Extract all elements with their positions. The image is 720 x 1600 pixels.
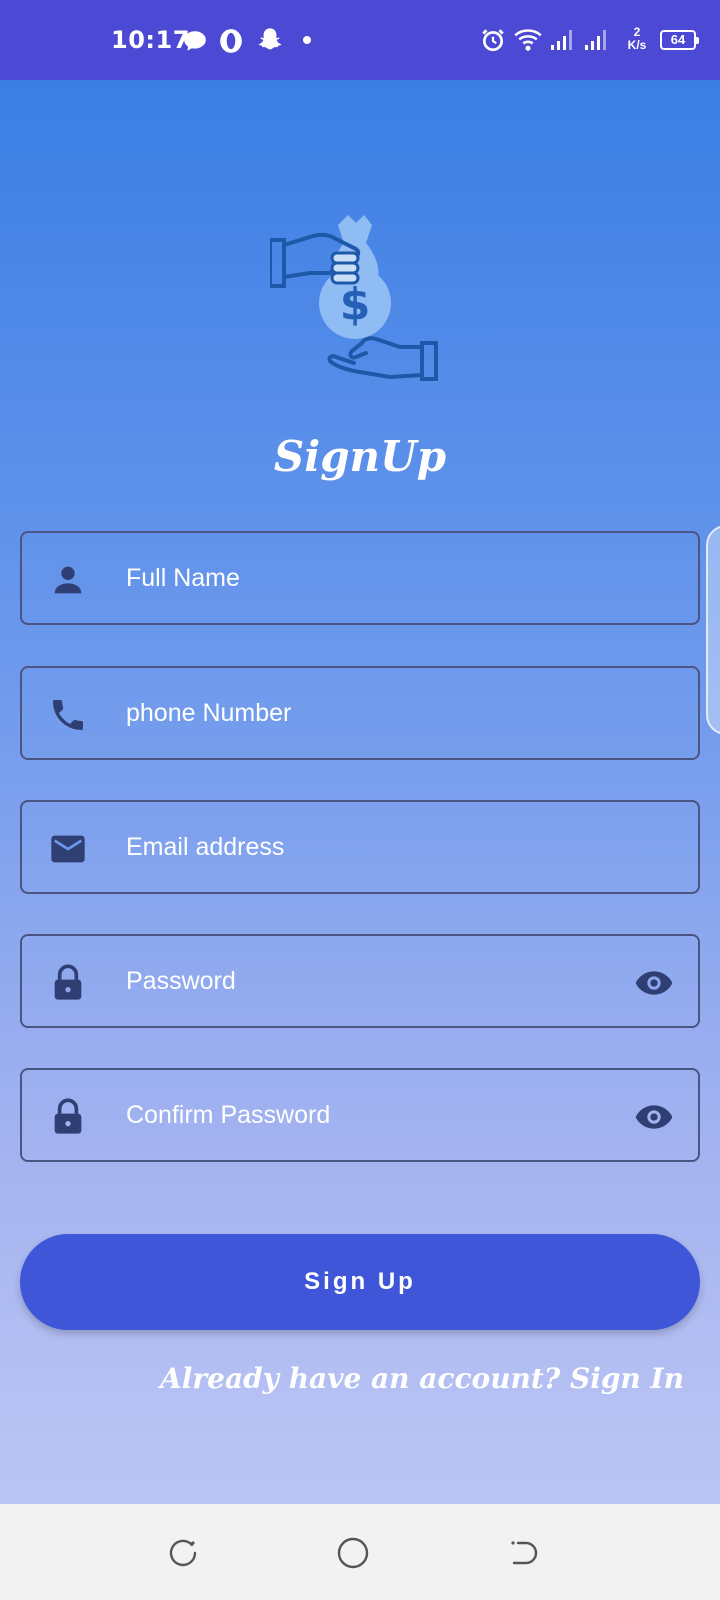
status-bar: 10:17 2 K/s 64 bbox=[0, 0, 720, 80]
email-placeholder: Email address bbox=[126, 833, 285, 861]
alarm-icon bbox=[482, 29, 504, 52]
lock-icon bbox=[54, 1098, 82, 1134]
network-speed-unit: K/s bbox=[627, 38, 647, 52]
recents-icon[interactable] bbox=[166, 1536, 200, 1570]
sign-up-button[interactable]: Sign Up bbox=[20, 1234, 700, 1330]
confirm-password-field[interactable]: Confirm Password bbox=[20, 1068, 700, 1162]
phone-number-field[interactable]: phone Number bbox=[20, 666, 700, 760]
phone-number-placeholder: phone Number bbox=[126, 699, 292, 727]
page-title: SignUp bbox=[273, 432, 447, 481]
dot-icon bbox=[303, 36, 311, 44]
password-field[interactable]: Password bbox=[20, 934, 700, 1028]
snapchat-icon bbox=[258, 28, 282, 50]
lock-icon bbox=[54, 964, 82, 1000]
wifi-icon bbox=[514, 29, 542, 51]
signup-screen: $ SignUp Full Name phone Number Email ad… bbox=[0, 80, 720, 1504]
password-placeholder: Password bbox=[126, 967, 236, 995]
opera-icon bbox=[220, 29, 242, 53]
confirm-password-placeholder: Confirm Password bbox=[126, 1101, 331, 1129]
money-exchange-icon: $ bbox=[270, 215, 438, 381]
signal-icon bbox=[551, 30, 572, 50]
message-icon bbox=[184, 31, 206, 51]
back-icon[interactable] bbox=[506, 1536, 540, 1570]
network-speed: 2 K/s bbox=[624, 26, 650, 52]
home-icon[interactable] bbox=[336, 1536, 370, 1570]
full-name-field[interactable]: Full Name bbox=[20, 531, 700, 625]
navigation-bar bbox=[0, 1504, 720, 1600]
full-name-placeholder: Full Name bbox=[126, 564, 240, 592]
svg-text:$: $ bbox=[340, 279, 371, 330]
eye-icon[interactable] bbox=[632, 963, 676, 1003]
clock-time: 10:17 bbox=[111, 26, 190, 54]
person-icon bbox=[54, 566, 82, 594]
eye-icon[interactable] bbox=[632, 1097, 676, 1137]
phone-icon bbox=[53, 700, 83, 730]
sign-in-link[interactable]: Already have an account? Sign In bbox=[160, 1362, 684, 1395]
email-icon bbox=[51, 835, 85, 863]
email-field[interactable]: Email address bbox=[20, 800, 700, 894]
battery-indicator: 64 bbox=[660, 30, 699, 50]
edge-panel-handle[interactable] bbox=[706, 525, 720, 735]
signal-icon-2 bbox=[585, 30, 606, 50]
